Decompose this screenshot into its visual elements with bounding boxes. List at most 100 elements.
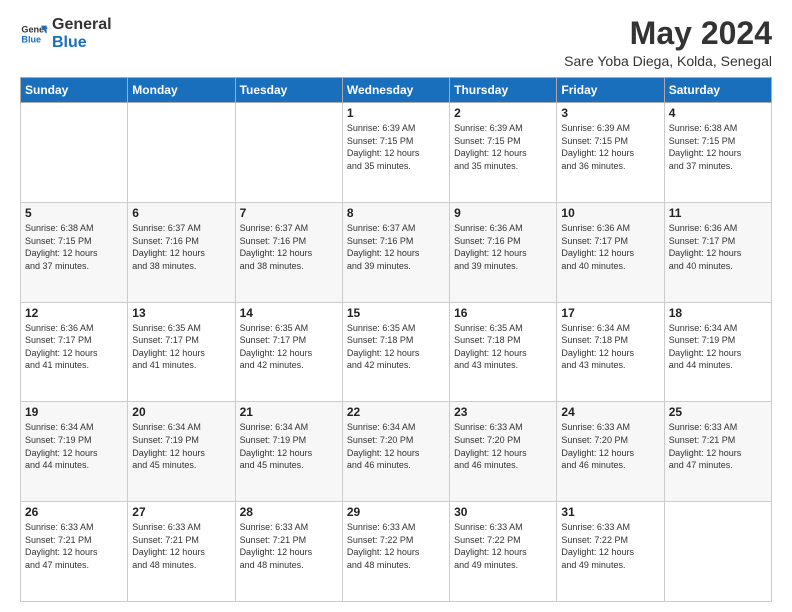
calendar-cell: 28Sunrise: 6:33 AM Sunset: 7:21 PM Dayli…: [235, 502, 342, 602]
day-info: Sunrise: 6:39 AM Sunset: 7:15 PM Dayligh…: [454, 122, 552, 172]
day-number: 7: [240, 206, 338, 220]
day-info: Sunrise: 6:37 AM Sunset: 7:16 PM Dayligh…: [347, 222, 445, 272]
calendar-page: General Blue General Blue May 2024 Sare …: [0, 0, 792, 612]
day-number: 29: [347, 505, 445, 519]
day-number: 15: [347, 306, 445, 320]
header-friday: Friday: [557, 78, 664, 103]
day-number: 22: [347, 405, 445, 419]
day-number: 14: [240, 306, 338, 320]
day-number: 26: [25, 505, 123, 519]
day-number: 24: [561, 405, 659, 419]
calendar-cell: [21, 103, 128, 203]
calendar-cell: [664, 502, 771, 602]
calendar-cell: 8Sunrise: 6:37 AM Sunset: 7:16 PM Daylig…: [342, 202, 449, 302]
calendar-cell: [235, 103, 342, 203]
day-info: Sunrise: 6:36 AM Sunset: 7:17 PM Dayligh…: [25, 322, 123, 372]
calendar-week-1: 1 Sunrise: 6:39 AM Sunset: 7:15 PM Daylig…: [21, 103, 772, 203]
day-number: 23: [454, 405, 552, 419]
calendar-week-2: 5 Sunrise: 6:38 AM Sunset: 7:15 PM Daylig…: [21, 202, 772, 302]
day-number: 17: [561, 306, 659, 320]
calendar-week-3: 12 Sunrise: 6:36 AM Sunset: 7:17 PM Dayli…: [21, 302, 772, 402]
day-info: Sunrise: 6:33 AM Sunset: 7:22 PM Dayligh…: [561, 521, 659, 571]
day-info: Sunrise: 6:36 AM Sunset: 7:17 PM Dayligh…: [561, 222, 659, 272]
day-number: 3: [561, 106, 659, 120]
day-info: Sunrise: 6:36 AM Sunset: 7:17 PM Dayligh…: [669, 222, 767, 272]
month-year: May 2024: [564, 16, 772, 51]
calendar-cell: 30 Sunrise: 6:33 AM Sunset: 7:22 PM Dayli…: [450, 502, 557, 602]
day-info: Sunrise: 6:33 AM Sunset: 7:21 PM Dayligh…: [240, 521, 338, 571]
calendar-week-4: 19Sunrise: 6:34 AM Sunset: 7:19 PM Dayli…: [21, 402, 772, 502]
calendar-cell: 19Sunrise: 6:34 AM Sunset: 7:19 PM Dayli…: [21, 402, 128, 502]
day-info: Sunrise: 6:33 AM Sunset: 7:20 PM Dayligh…: [561, 421, 659, 471]
calendar-cell: 26 Sunrise: 6:33 AM Sunset: 7:21 PM Dayli…: [21, 502, 128, 602]
day-info: Sunrise: 6:39 AM Sunset: 7:15 PM Dayligh…: [347, 122, 445, 172]
calendar-cell: 3 Sunrise: 6:39 AM Sunset: 7:15 PM Daylig…: [557, 103, 664, 203]
header-thursday: Thursday: [450, 78, 557, 103]
calendar-cell: 29Sunrise: 6:33 AM Sunset: 7:22 PM Dayli…: [342, 502, 449, 602]
day-number: 21: [240, 405, 338, 419]
calendar-cell: 31Sunrise: 6:33 AM Sunset: 7:22 PM Dayli…: [557, 502, 664, 602]
calendar-cell: 22 Sunrise: 6:34 AM Sunset: 7:20 PM Dayli…: [342, 402, 449, 502]
calendar-cell: 12 Sunrise: 6:36 AM Sunset: 7:17 PM Dayli…: [21, 302, 128, 402]
day-number: 10: [561, 206, 659, 220]
logo-blue: Blue: [52, 34, 112, 52]
day-number: 5: [25, 206, 123, 220]
day-info: Sunrise: 6:34 AM Sunset: 7:19 PM Dayligh…: [669, 322, 767, 372]
day-info: Sunrise: 6:33 AM Sunset: 7:22 PM Dayligh…: [454, 521, 552, 571]
calendar-cell: 18Sunrise: 6:34 AM Sunset: 7:19 PM Dayli…: [664, 302, 771, 402]
calendar-cell: 6 Sunrise: 6:37 AM Sunset: 7:16 PM Daylig…: [128, 202, 235, 302]
day-info: Sunrise: 6:34 AM Sunset: 7:18 PM Dayligh…: [561, 322, 659, 372]
header-sunday: Sunday: [21, 78, 128, 103]
day-number: 2: [454, 106, 552, 120]
day-info: Sunrise: 6:37 AM Sunset: 7:16 PM Dayligh…: [240, 222, 338, 272]
calendar-cell: 1 Sunrise: 6:39 AM Sunset: 7:15 PM Daylig…: [342, 103, 449, 203]
calendar-cell: 23 Sunrise: 6:33 AM Sunset: 7:20 PM Dayli…: [450, 402, 557, 502]
day-number: 1: [347, 106, 445, 120]
calendar-cell: 4Sunrise: 6:38 AM Sunset: 7:15 PM Daylig…: [664, 103, 771, 203]
day-number: 16: [454, 306, 552, 320]
calendar-cell: 14Sunrise: 6:35 AM Sunset: 7:17 PM Dayli…: [235, 302, 342, 402]
day-info: Sunrise: 6:37 AM Sunset: 7:16 PM Dayligh…: [132, 222, 230, 272]
header-saturday: Saturday: [664, 78, 771, 103]
calendar-cell: 16 Sunrise: 6:35 AM Sunset: 7:18 PM Dayli…: [450, 302, 557, 402]
header-wednesday: Wednesday: [342, 78, 449, 103]
day-info: Sunrise: 6:34 AM Sunset: 7:20 PM Dayligh…: [347, 421, 445, 471]
day-info: Sunrise: 6:35 AM Sunset: 7:18 PM Dayligh…: [454, 322, 552, 372]
calendar-cell: 20 Sunrise: 6:34 AM Sunset: 7:19 PM Dayli…: [128, 402, 235, 502]
calendar-cell: 5 Sunrise: 6:38 AM Sunset: 7:15 PM Daylig…: [21, 202, 128, 302]
calendar-cell: 24 Sunrise: 6:33 AM Sunset: 7:20 PM Dayli…: [557, 402, 664, 502]
day-info: Sunrise: 6:35 AM Sunset: 7:18 PM Dayligh…: [347, 322, 445, 372]
day-number: 25: [669, 405, 767, 419]
day-info: Sunrise: 6:36 AM Sunset: 7:16 PM Dayligh…: [454, 222, 552, 272]
calendar-table: SundayMondayTuesdayWednesdayThursdayFrid…: [20, 77, 772, 602]
calendar-cell: [128, 103, 235, 203]
day-info: Sunrise: 6:39 AM Sunset: 7:15 PM Dayligh…: [561, 122, 659, 172]
calendar-cell: 27Sunrise: 6:33 AM Sunset: 7:21 PM Dayli…: [128, 502, 235, 602]
calendar-cell: 15 Sunrise: 6:35 AM Sunset: 7:18 PM Dayli…: [342, 302, 449, 402]
day-info: Sunrise: 6:33 AM Sunset: 7:21 PM Dayligh…: [25, 521, 123, 571]
day-number: 9: [454, 206, 552, 220]
calendar-cell: 7 Sunrise: 6:37 AM Sunset: 7:16 PM Daylig…: [235, 202, 342, 302]
day-number: 4: [669, 106, 767, 120]
day-number: 13: [132, 306, 230, 320]
day-number: 20: [132, 405, 230, 419]
day-info: Sunrise: 6:34 AM Sunset: 7:19 PM Dayligh…: [240, 421, 338, 471]
svg-text:Blue: Blue: [21, 34, 41, 44]
day-info: Sunrise: 6:33 AM Sunset: 7:21 PM Dayligh…: [669, 421, 767, 471]
location: Sare Yoba Diega, Kolda, Senegal: [564, 53, 772, 69]
day-number: 12: [25, 306, 123, 320]
day-number: 30: [454, 505, 552, 519]
calendar-cell: 25 Sunrise: 6:33 AM Sunset: 7:21 PM Dayli…: [664, 402, 771, 502]
day-number: 6: [132, 206, 230, 220]
calendar-cell: 17 Sunrise: 6:34 AM Sunset: 7:18 PM Dayli…: [557, 302, 664, 402]
logo-icon: General Blue: [20, 20, 48, 48]
day-info: Sunrise: 6:38 AM Sunset: 7:15 PM Dayligh…: [25, 222, 123, 272]
header-monday: Monday: [128, 78, 235, 103]
calendar-cell: 21 Sunrise: 6:34 AM Sunset: 7:19 PM Dayli…: [235, 402, 342, 502]
day-number: 27: [132, 505, 230, 519]
day-info: Sunrise: 6:34 AM Sunset: 7:19 PM Dayligh…: [132, 421, 230, 471]
day-info: Sunrise: 6:33 AM Sunset: 7:20 PM Dayligh…: [454, 421, 552, 471]
top-section: General Blue General Blue May 2024 Sare …: [20, 16, 772, 69]
calendar-cell: 9 Sunrise: 6:36 AM Sunset: 7:16 PM Daylig…: [450, 202, 557, 302]
calendar-week-5: 26 Sunrise: 6:33 AM Sunset: 7:21 PM Dayli…: [21, 502, 772, 602]
